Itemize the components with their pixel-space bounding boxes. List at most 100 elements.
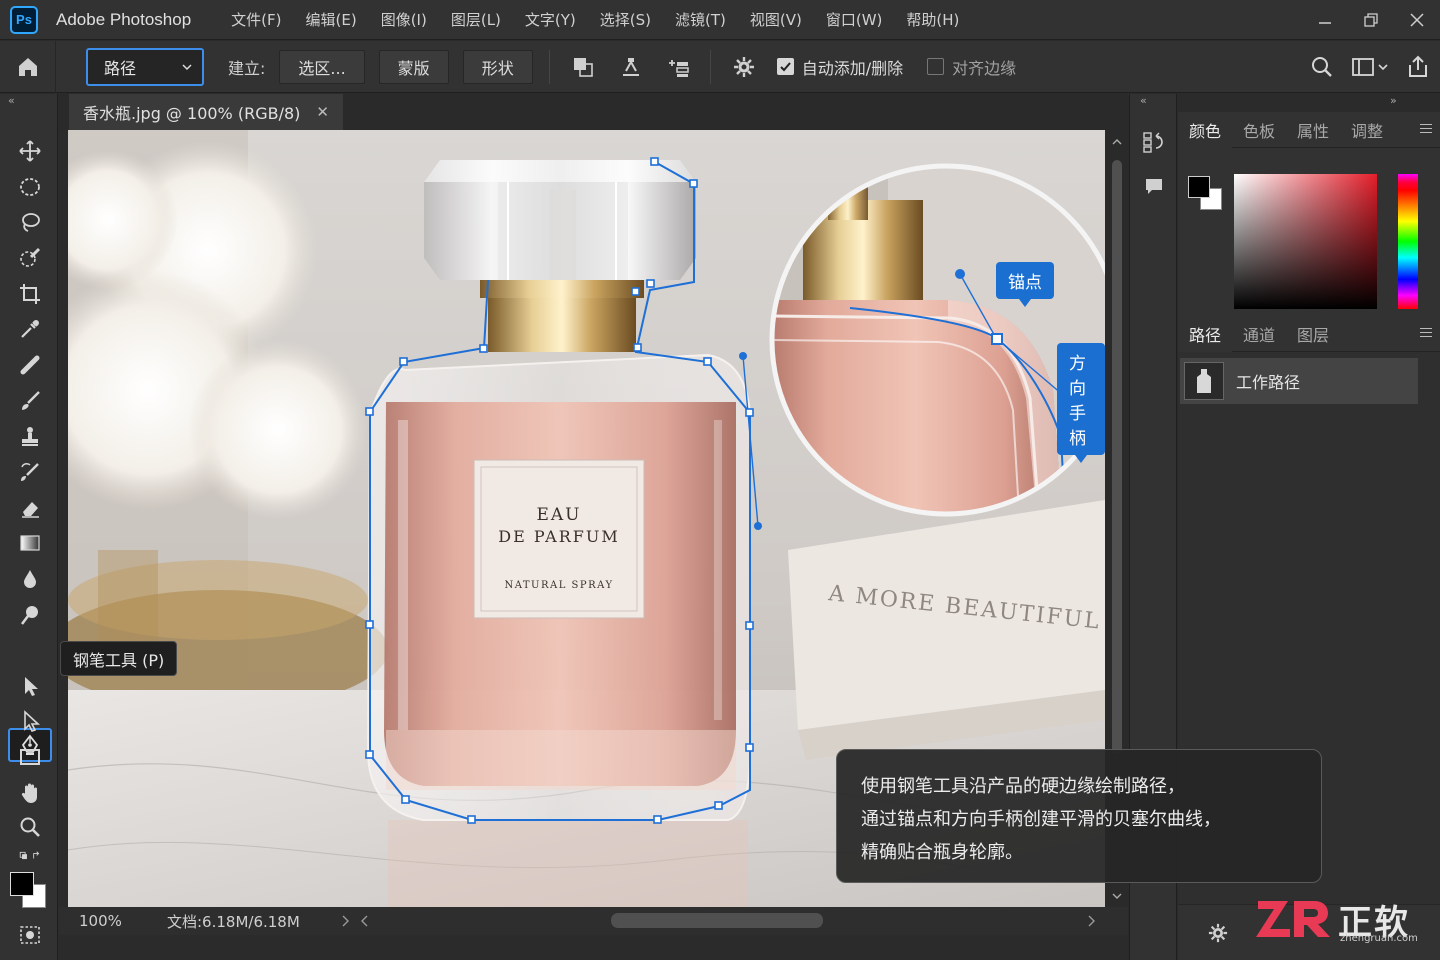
panel-menu-icon[interactable]: [1420, 124, 1432, 136]
align-edges-checkbox[interactable]: [927, 58, 945, 75]
document-tab[interactable]: 香水瓶.jpg @ 100% (RGB/8) ✕: [69, 94, 343, 130]
dodge-tool[interactable]: [8, 598, 52, 632]
hue-slider[interactable]: [1398, 174, 1418, 309]
lasso-tool[interactable]: [8, 205, 52, 239]
swap-colors-button[interactable]: [8, 844, 52, 868]
caption-line: 使用钢笔工具沿产品的硬边缘绘制路径，: [861, 776, 1185, 797]
search-icon[interactable]: [1310, 55, 1334, 79]
panel-menu-icon[interactable]: [1420, 328, 1432, 340]
path-alignment-button[interactable]: [616, 52, 646, 82]
tab-paths[interactable]: 路径: [1178, 315, 1233, 352]
window-controls: [1302, 0, 1440, 40]
direct-selection-tool[interactable]: [8, 704, 52, 738]
quick-mask-button[interactable]: [8, 920, 52, 950]
crop-tool[interactable]: [8, 277, 52, 311]
workspace-icon[interactable]: [1352, 56, 1388, 78]
chevron-right-icon[interactable]: [341, 915, 349, 927]
path-operations-button[interactable]: [568, 52, 598, 82]
tutorial-caption: 使用钢笔工具沿产品的硬边缘绘制路径， 通过锚点和方向手柄创建平滑的贝塞尔曲线， …: [836, 749, 1322, 883]
menu-filter[interactable]: 滤镜(T): [663, 9, 738, 30]
scroll-left-icon[interactable]: [361, 915, 369, 927]
horizontal-scroll-thumb[interactable]: [611, 913, 823, 928]
home-button[interactable]: [0, 40, 56, 93]
scroll-right-icon[interactable]: [1087, 915, 1095, 927]
tab-properties[interactable]: 属性: [1286, 112, 1340, 148]
foreground-color-chip[interactable]: [1188, 176, 1210, 198]
tab-layers[interactable]: 图层: [1286, 316, 1340, 352]
move-tool[interactable]: [8, 134, 52, 168]
home-icon: [18, 57, 37, 76]
color-picker: [1178, 148, 1440, 328]
hand-tool[interactable]: [8, 776, 52, 810]
watermark-url: zhengruan.com: [1340, 933, 1418, 944]
divider: [548, 49, 550, 84]
menu-file[interactable]: 文件(F): [219, 9, 293, 30]
zoom-tool[interactable]: [8, 810, 52, 844]
close-tab-icon[interactable]: ✕: [316, 103, 329, 121]
rectangle-icon: [20, 749, 40, 765]
scroll-up-icon[interactable]: [1112, 138, 1122, 146]
history-brush-tool[interactable]: [8, 455, 52, 489]
menu-edit[interactable]: 编辑(E): [294, 9, 369, 30]
path-arrangement-button[interactable]: [664, 52, 694, 82]
clone-stamp-icon: [22, 427, 38, 446]
path-name: 工作路径: [1236, 373, 1301, 392]
tab-color[interactable]: 颜色: [1178, 111, 1233, 148]
history-icon: [1143, 132, 1163, 153]
color-spectrum[interactable]: [1234, 174, 1377, 309]
anchor-point-callout: 锚点: [996, 262, 1054, 307]
collapse-panel-icon[interactable]: «: [8, 94, 15, 107]
menu-layer[interactable]: 图层(L): [439, 9, 513, 30]
vertical-scroll-thumb[interactable]: [1112, 160, 1122, 754]
close-button[interactable]: [1394, 0, 1440, 40]
comments-panel-button[interactable]: [1140, 172, 1168, 200]
zoom-icon: [20, 817, 40, 837]
menu-type[interactable]: 文字(Y): [513, 9, 588, 30]
blur-tool[interactable]: [8, 562, 52, 596]
quick-selection-tool[interactable]: [8, 241, 52, 275]
eraser-tool[interactable]: [8, 491, 52, 525]
color-swatches[interactable]: [8, 870, 50, 912]
eyedropper-tool[interactable]: [8, 312, 52, 346]
make-selection-button[interactable]: 选区...: [279, 49, 365, 84]
tab-swatches[interactable]: 色板: [1232, 112, 1286, 148]
default-colors-icon: [19, 851, 40, 860]
scroll-down-icon[interactable]: [1112, 892, 1122, 900]
foreground-color-swatch[interactable]: [10, 872, 34, 896]
healing-brush-tool[interactable]: [8, 348, 52, 382]
menu-window[interactable]: 窗口(W): [814, 9, 895, 30]
tab-adjustments[interactable]: 调整: [1340, 112, 1394, 148]
rectangle-tool[interactable]: [8, 740, 52, 774]
menu-help[interactable]: 帮助(H): [894, 9, 971, 30]
auto-add-delete-label: 自动添加/删除: [801, 58, 904, 78]
collapse-dock-icon[interactable]: «: [1140, 94, 1147, 107]
share-icon[interactable]: [1406, 55, 1430, 79]
auto-add-delete-checkbox[interactable]: [776, 58, 794, 75]
zoom-level[interactable]: 100%: [79, 912, 137, 930]
expand-panels-icon[interactable]: »: [1390, 94, 1397, 107]
make-shape-button[interactable]: 形状: [462, 49, 533, 84]
tool-mode-select[interactable]: 路径: [86, 47, 204, 86]
list-item[interactable]: 工作路径: [1180, 358, 1418, 404]
minimize-button[interactable]: [1302, 0, 1348, 40]
eraser-icon: [22, 502, 39, 518]
options-bar: 路径 建立: 选区... 蒙版 形状 自动添加/删除 对齐边缘: [0, 40, 1440, 93]
path-selection-tool[interactable]: [8, 669, 52, 703]
make-mask-button[interactable]: 蒙版: [378, 49, 449, 84]
brush-tool[interactable]: [8, 384, 52, 418]
tools-panel: «: [0, 94, 58, 960]
menu-view[interactable]: 视图(V): [738, 9, 814, 30]
history-panel-button[interactable]: [1140, 128, 1168, 156]
restore-button[interactable]: [1348, 0, 1394, 40]
document-info[interactable]: 文档:6.18M/6.18M: [167, 911, 300, 932]
gear-icon[interactable]: [1208, 923, 1228, 943]
divider: [709, 49, 711, 84]
marquee-tool[interactable]: [8, 170, 52, 204]
menu-select[interactable]: 选择(S): [588, 9, 663, 30]
clone-stamp-tool[interactable]: [8, 419, 52, 453]
tab-channels[interactable]: 通道: [1232, 316, 1286, 352]
settings-button[interactable]: [729, 52, 759, 82]
quick-selection-icon: [20, 247, 41, 267]
menu-image[interactable]: 图像(I): [369, 9, 439, 30]
gradient-tool[interactable]: [8, 526, 52, 560]
